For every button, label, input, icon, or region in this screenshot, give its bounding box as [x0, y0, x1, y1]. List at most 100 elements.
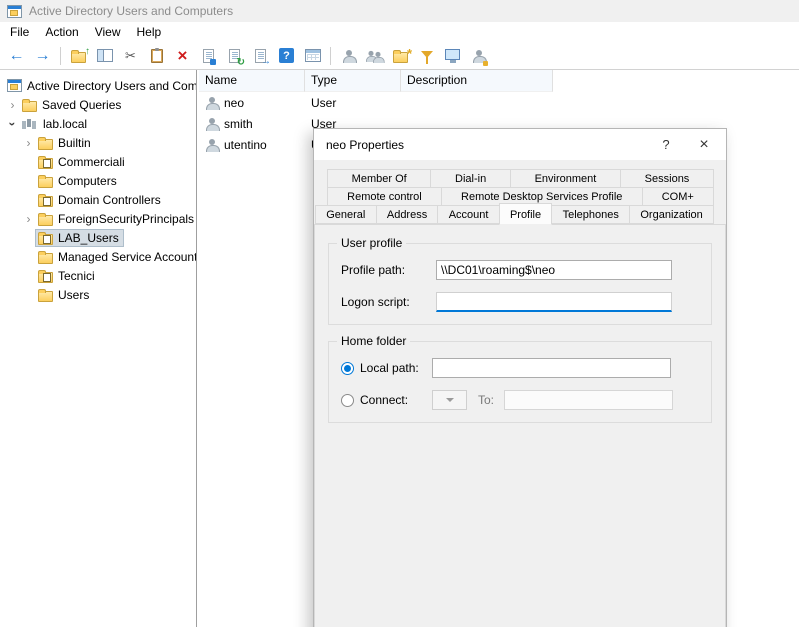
menu-action[interactable]: Action [37, 23, 86, 41]
user-icon [205, 138, 219, 152]
drive-letter-select [432, 390, 467, 410]
tree-item-tecnici[interactable]: Tecnici [0, 266, 196, 285]
show-hide-console-tree-icon [97, 49, 113, 62]
profile-path-input[interactable] [436, 260, 672, 280]
create-user-icon [342, 49, 356, 63]
tab-com-plus[interactable]: COM+ [642, 187, 714, 206]
profile-path-label: Profile path: [341, 263, 436, 277]
list-header: Name Type Description [199, 70, 799, 92]
tree-item-users[interactable]: Users [0, 285, 196, 304]
delete-button[interactable] [170, 44, 195, 68]
tab-row-3: General Address Account Profile Telephon… [315, 205, 713, 225]
back-button[interactable] [4, 44, 29, 68]
tree-item-managed-service-accounts[interactable]: Managed Service Accounts [0, 247, 196, 266]
logon-script-input[interactable] [436, 292, 672, 312]
column-header-name[interactable]: Name [199, 70, 305, 92]
folder-icon [38, 139, 53, 150]
properties-button[interactable] [196, 44, 221, 68]
help-button[interactable]: ? [274, 44, 299, 68]
set-filter-icon [421, 51, 433, 58]
local-path-label: Local path: [360, 361, 432, 375]
dialog-close-button[interactable]: × [682, 129, 726, 160]
tab-profile[interactable]: Profile [499, 203, 553, 225]
delete-icon [178, 47, 188, 64]
refresh-button[interactable] [222, 44, 247, 68]
export-list-icon [255, 49, 266, 63]
domain-icon [22, 117, 38, 130]
dialog-help-button[interactable]: ? [650, 129, 682, 160]
tab-member-of[interactable]: Member Of [327, 169, 431, 188]
tab-account[interactable]: Account [437, 205, 499, 224]
create-group-button[interactable] [362, 44, 387, 68]
change-domain-button[interactable] [466, 44, 491, 68]
window-titlebar: Active Directory Users and Computers [0, 0, 799, 22]
folder-icon [38, 177, 53, 188]
list-item-neo[interactable]: neo User [199, 92, 799, 113]
help-icon: ? [279, 48, 294, 63]
tree-item-builtin[interactable]: Builtin [0, 133, 196, 152]
tree-item-lab-local[interactable]: lab.local [0, 114, 196, 133]
window-title: Active Directory Users and Computers [29, 4, 233, 18]
cut-button[interactable] [118, 44, 143, 68]
view-options-button[interactable] [300, 44, 325, 68]
chevron-right-icon[interactable] [6, 98, 19, 112]
tab-sessions[interactable]: Sessions [620, 169, 714, 188]
forward-button[interactable] [30, 44, 55, 68]
tab-address[interactable]: Address [376, 205, 439, 224]
tab-row-1: Member Of Dial-in Environment Sessions [327, 169, 713, 188]
to-label: To: [478, 393, 498, 407]
local-path-input[interactable] [432, 358, 671, 378]
logon-script-label: Logon script: [341, 295, 436, 309]
user-type: User [305, 96, 401, 110]
tree-item-root[interactable]: Active Directory Users and Computers [0, 76, 196, 95]
menu-view[interactable]: View [87, 23, 129, 41]
paste-button[interactable] [144, 44, 169, 68]
user-icon [205, 117, 219, 131]
set-filter-button[interactable] [414, 44, 439, 68]
chevron-right-icon[interactable] [22, 212, 35, 226]
home-folder-group: Home folder Local path: Connect: To: [328, 341, 712, 423]
tab-dial-in[interactable]: Dial-in [430, 169, 511, 188]
tab-telephones[interactable]: Telephones [551, 205, 630, 224]
create-user-button[interactable] [336, 44, 361, 68]
tree-item-domain-controllers[interactable]: Domain Controllers [0, 190, 196, 209]
create-ou-button[interactable] [388, 44, 413, 68]
aduc-window: Active Directory Users and Computers Fil… [0, 0, 799, 627]
show-hide-console-tree-button[interactable] [92, 44, 117, 68]
column-header-type[interactable]: Type [305, 70, 401, 92]
ou-folder-icon [38, 158, 53, 169]
export-list-button[interactable] [248, 44, 273, 68]
find-objects-button[interactable] [440, 44, 465, 68]
tree-item-commerciali[interactable]: Commerciali [0, 152, 196, 171]
home-folder-legend: Home folder [337, 334, 410, 348]
user-profile-legend: User profile [337, 236, 406, 250]
connect-radio[interactable] [341, 394, 354, 407]
toolbar-separator [330, 47, 331, 65]
tree-item-lab-users[interactable]: LAB_Users [0, 228, 196, 247]
paste-icon [151, 49, 163, 63]
tree-item-computers[interactable]: Computers [0, 171, 196, 190]
tab-remote-control[interactable]: Remote control [327, 187, 442, 206]
toolbar: ? [0, 42, 799, 70]
folder-icon [38, 253, 53, 264]
chevron-right-icon[interactable] [22, 136, 35, 150]
chevron-down-icon[interactable] [6, 117, 20, 130]
key-badge-icon [483, 61, 488, 66]
user-name: smith [224, 117, 253, 131]
column-header-description[interactable]: Description [401, 70, 553, 92]
tab-organization[interactable]: Organization [629, 205, 714, 224]
user-profile-group: User profile Profile path: Logon script: [328, 243, 712, 325]
refresh-icon [229, 49, 240, 63]
properties-icon [203, 49, 214, 63]
ou-folder-icon [38, 272, 53, 283]
create-ou-icon [393, 52, 408, 63]
tree-item-saved-queries[interactable]: Saved Queries [0, 95, 196, 114]
local-path-radio[interactable] [341, 362, 354, 375]
tree-item-foreign-security-principals[interactable]: ForeignSecurityPrincipals [0, 209, 196, 228]
menu-file[interactable]: File [2, 23, 37, 41]
tab-general[interactable]: General [315, 205, 377, 224]
app-icon [7, 5, 22, 18]
tab-environment[interactable]: Environment [510, 169, 621, 188]
menu-help[interactable]: Help [129, 23, 170, 41]
up-one-level-button[interactable] [66, 44, 91, 68]
